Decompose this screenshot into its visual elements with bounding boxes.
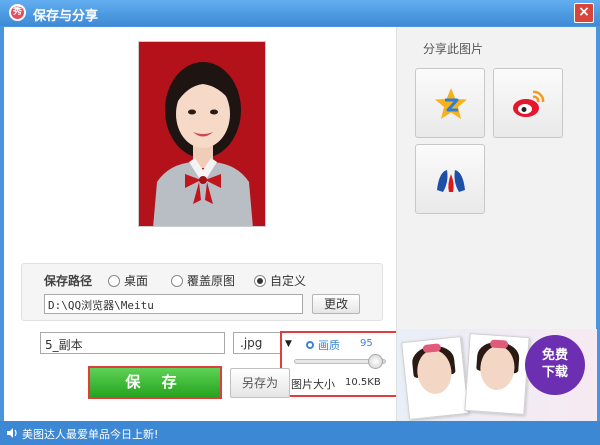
radio-desktop-label: 桌面 [124, 274, 149, 288]
radio-custom-dot[interactable] [254, 274, 266, 287]
gear-icon [306, 341, 314, 349]
share-panel: 分享此图片 免费 下载 [396, 27, 597, 421]
ad-banner[interactable]: 免费 下载 [397, 329, 597, 421]
image-size-label: 图片大小 [291, 378, 335, 391]
image-size-value: 10.5KB [345, 377, 381, 388]
share-weibo-button[interactable] [493, 68, 563, 138]
change-path-button[interactable]: 更改 [312, 294, 360, 314]
meitu-logo-icon: 秀 [9, 4, 26, 21]
quality-label: 画质 [306, 337, 340, 353]
share-renren-button[interactable] [415, 144, 485, 214]
file-name-input[interactable]: 5_副本 [40, 332, 225, 354]
quality-label-text: 画质 [318, 339, 340, 352]
quality-slider-thumb[interactable] [368, 354, 384, 369]
save-path-label: 保存路径 [44, 274, 93, 288]
quality-popup: ▼ 画质 95 图片大小 10.5KB [280, 331, 398, 397]
share-qzone-button[interactable] [415, 68, 485, 138]
speaker-icon [7, 428, 17, 438]
radio-desktop[interactable]: 桌面 [108, 272, 148, 289]
dialog-title: 保存与分享 [33, 9, 99, 24]
title-bar[interactable]: 秀 保存与分享 × [0, 0, 600, 26]
save-path-panel: 保存路径 桌面 覆盖原图 自定义 D:\QQ浏览器\Meitu 更改 [21, 263, 383, 321]
ad-photo-2 [464, 333, 530, 415]
save-share-dialog: 秀 保存与分享 × 保存路径 桌面 覆盖原图 自定义 D:\QQ浏览器\Meit… [0, 0, 600, 445]
save-button[interactable]: 保 存 [88, 366, 222, 399]
ad-photo-bow [489, 339, 509, 349]
ad-cta-line2: 下载 [541, 365, 568, 380]
status-bar: 美图达人最爱单品今日上新! [0, 421, 600, 445]
radio-overwrite-dot[interactable] [171, 274, 183, 287]
qzone-icon [435, 88, 467, 119]
quality-slider[interactable] [294, 354, 386, 369]
radio-custom-label: 自定义 [270, 274, 307, 288]
free-download-button[interactable]: 免费 下载 [525, 335, 585, 395]
radio-overwrite-original[interactable]: 覆盖原图 [171, 272, 235, 289]
quality-value: 95 [360, 338, 373, 349]
dialog-content: 保存路径 桌面 覆盖原图 自定义 D:\QQ浏览器\Meitu 更改 5_副本 … [4, 27, 597, 421]
quality-slider-fill [295, 360, 376, 363]
portrait-image [139, 42, 265, 226]
photo-preview [138, 41, 266, 227]
ad-cta-line1: 免费 [541, 348, 568, 363]
share-title: 分享此图片 [423, 42, 484, 56]
save-path-input[interactable]: D:\QQ浏览器\Meitu [44, 294, 303, 314]
status-announcement-link[interactable]: 美图达人最爱单品今日上新! [22, 426, 158, 442]
renren-icon [437, 170, 465, 192]
radio-custom[interactable]: 自定义 [254, 272, 306, 289]
close-button[interactable]: × [574, 3, 594, 23]
radio-overwrite-label: 覆盖原图 [187, 274, 236, 288]
chevron-down-icon[interactable]: ▼ [280, 333, 297, 355]
ad-photo-1 [401, 336, 469, 420]
radio-desktop-dot[interactable] [108, 274, 120, 287]
save-as-button[interactable]: 另存为 [230, 368, 290, 398]
weibo-icon [513, 90, 545, 117]
